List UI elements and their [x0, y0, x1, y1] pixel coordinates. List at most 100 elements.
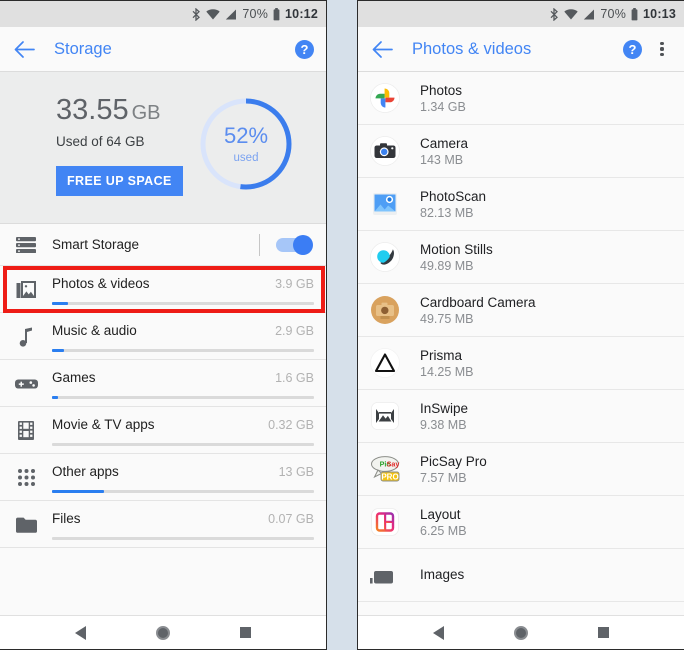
category-name: Movie & TV apps: [52, 416, 155, 432]
app-list-item[interactable]: Motion Stills 49.89 MB: [358, 231, 684, 284]
storage-category-header: Other apps 13 GB: [52, 464, 314, 479]
app-list-item-body: InSwipe 9.38 MB: [420, 401, 468, 432]
app-size: 1.34 GB: [420, 99, 466, 114]
help-icon[interactable]: ?: [623, 39, 642, 59]
category-size: 3.9 GB: [275, 276, 314, 291]
back-arrow-icon[interactable]: [12, 37, 36, 61]
app-list-item[interactable]: Photos 1.34 GB: [358, 72, 684, 125]
used-size: 33.55 GB: [56, 96, 196, 125]
app-list-item[interactable]: Layout 6.25 MB: [358, 496, 684, 549]
smart-storage-row[interactable]: Smart Storage: [0, 224, 326, 266]
inswipe-icon: [368, 399, 402, 433]
left-phone-screen: 70% 10:12 Storage ? 33.55 GB Used of 64 G…: [0, 0, 327, 650]
category-name: Photos & videos: [52, 275, 150, 291]
storage-category-header: Games 1.6 GB: [52, 370, 314, 385]
storage-category-row[interactable]: Games 1.6 GB: [0, 360, 326, 407]
page-title: Storage: [54, 39, 112, 58]
category-name: Music & audio: [52, 322, 137, 338]
app-list-item[interactable]: Cardboard Camera 49.75 MB: [358, 284, 684, 337]
storage-category-header: Files 0.07 GB: [52, 511, 314, 526]
images-icon: [368, 558, 402, 592]
svg-text:Say: Say: [387, 459, 400, 468]
nav-back-icon[interactable]: [433, 625, 444, 640]
storage-category-row[interactable]: Music & audio 2.9 GB: [0, 313, 326, 360]
storage-category-list: Smart Storage Photos & videos 3.9 GB Mus…: [0, 224, 326, 615]
battery-icon: [631, 7, 638, 21]
app-list-item[interactable]: InSwipe 9.38 MB: [358, 390, 684, 443]
row-divider: [259, 233, 260, 256]
app-name: Prisma: [420, 347, 463, 363]
used-size-unit: GB: [131, 102, 161, 124]
nav-back-icon[interactable]: [75, 625, 86, 640]
smart-storage-label: Smart Storage: [52, 237, 140, 252]
app-name: Cardboard Camera: [420, 294, 536, 310]
back-arrow-icon[interactable]: [370, 37, 394, 61]
app-list-item[interactable]: Prisma 14.25 MB: [358, 337, 684, 390]
nav-home-icon[interactable]: [514, 625, 528, 640]
motion-stills-icon: [368, 240, 402, 274]
bluetooth-icon: [192, 7, 201, 21]
app-size: 143 MB: [420, 152, 464, 167]
app-list-item[interactable]: Camera 143 MB: [358, 125, 684, 178]
app-list-item-body: Images: [420, 567, 464, 584]
category-usage-bar: [52, 442, 314, 447]
nav-home-icon[interactable]: [156, 625, 170, 640]
storage-category-body: Music & audio 2.9 GB: [52, 313, 314, 360]
right-phone-screen: 70% 10:13 Photos & videos ? Photos 1.34 …: [357, 0, 684, 650]
app-size: 6.25 MB: [420, 523, 467, 538]
category-size: 13 GB: [278, 464, 314, 479]
app-name: InSwipe: [420, 400, 469, 416]
music-audio-icon: [12, 313, 40, 360]
app-size: 82.13 MB: [420, 205, 474, 220]
smart-storage-toggle[interactable]: [276, 234, 313, 255]
page-title: Photos & videos: [412, 39, 532, 58]
storage-category-row[interactable]: Movie & TV apps 0.32 GB: [0, 407, 326, 454]
storage-category-body: Movie & TV apps 0.32 GB: [52, 407, 314, 454]
layout-icon: [368, 505, 402, 539]
app-size: 9.38 MB: [420, 417, 467, 432]
games-icon: [12, 360, 40, 407]
app-list-item[interactable]: Images: [358, 549, 684, 602]
storage-category-body: Other apps 13 GB: [52, 454, 314, 501]
kebab-menu-icon[interactable]: [652, 38, 672, 60]
status-bar: 70% 10:13: [358, 1, 684, 27]
movie-tv-apps-icon: [12, 407, 40, 454]
app-size: 49.75 MB: [420, 311, 474, 326]
category-name: Games: [52, 369, 96, 385]
category-usage-bar-fill: [52, 395, 59, 400]
storage-category-header: Movie & TV apps 0.32 GB: [52, 417, 314, 432]
screenshot-canvas: 70% 10:12 Storage ? 33.55 GB Used of 64 G…: [0, 0, 684, 650]
storage-category-row[interactable]: Photos & videos 3.9 GB: [0, 266, 326, 313]
app-name: PhotoScan: [420, 188, 487, 204]
app-bar: Photos & videos ?: [358, 27, 684, 72]
status-bar-clock: 10:13: [643, 7, 676, 21]
app-name: Camera: [420, 135, 469, 151]
app-list-item-body: Cardboard Camera 49.75 MB: [420, 295, 536, 326]
google-photos-icon: [368, 81, 402, 115]
usage-ring-svg: [200, 98, 292, 190]
storage-category-body: Files 0.07 GB: [52, 501, 314, 548]
used-size-value: 33.55: [56, 94, 129, 126]
prisma-icon: [368, 346, 402, 380]
nav-recents-icon[interactable]: [240, 627, 251, 638]
camera-icon: [368, 134, 402, 168]
help-icon[interactable]: ?: [295, 39, 314, 59]
storage-category-body: Photos & videos 3.9 GB: [52, 266, 314, 313]
category-name: Other apps: [52, 463, 119, 479]
battery-percent-text: 70%: [600, 7, 627, 21]
app-bar: Storage ?: [0, 27, 326, 72]
app-list-item-body: Motion Stills 49.89 MB: [420, 242, 493, 273]
photos-videos-icon: [12, 266, 40, 313]
free-up-space-button[interactable]: FREE UP SPACE: [56, 166, 183, 196]
nav-recents-icon[interactable]: [598, 627, 609, 638]
app-size: 49.89 MB: [420, 258, 474, 273]
app-list-item[interactable]: Pic Say PRO PicSay Pro 7.57 MB: [358, 443, 684, 496]
app-list-item[interactable]: PhotoScan 82.13 MB: [358, 178, 684, 231]
battery-icon: [273, 7, 280, 21]
svg-text:PRO: PRO: [381, 472, 398, 481]
storage-category-row[interactable]: Other apps 13 GB: [0, 454, 326, 501]
storage-category-row[interactable]: Files 0.07 GB: [0, 501, 326, 548]
category-size: 0.07 GB: [268, 511, 314, 526]
battery-percent-text: 70%: [242, 7, 269, 21]
app-size: 14.25 MB: [420, 364, 474, 379]
